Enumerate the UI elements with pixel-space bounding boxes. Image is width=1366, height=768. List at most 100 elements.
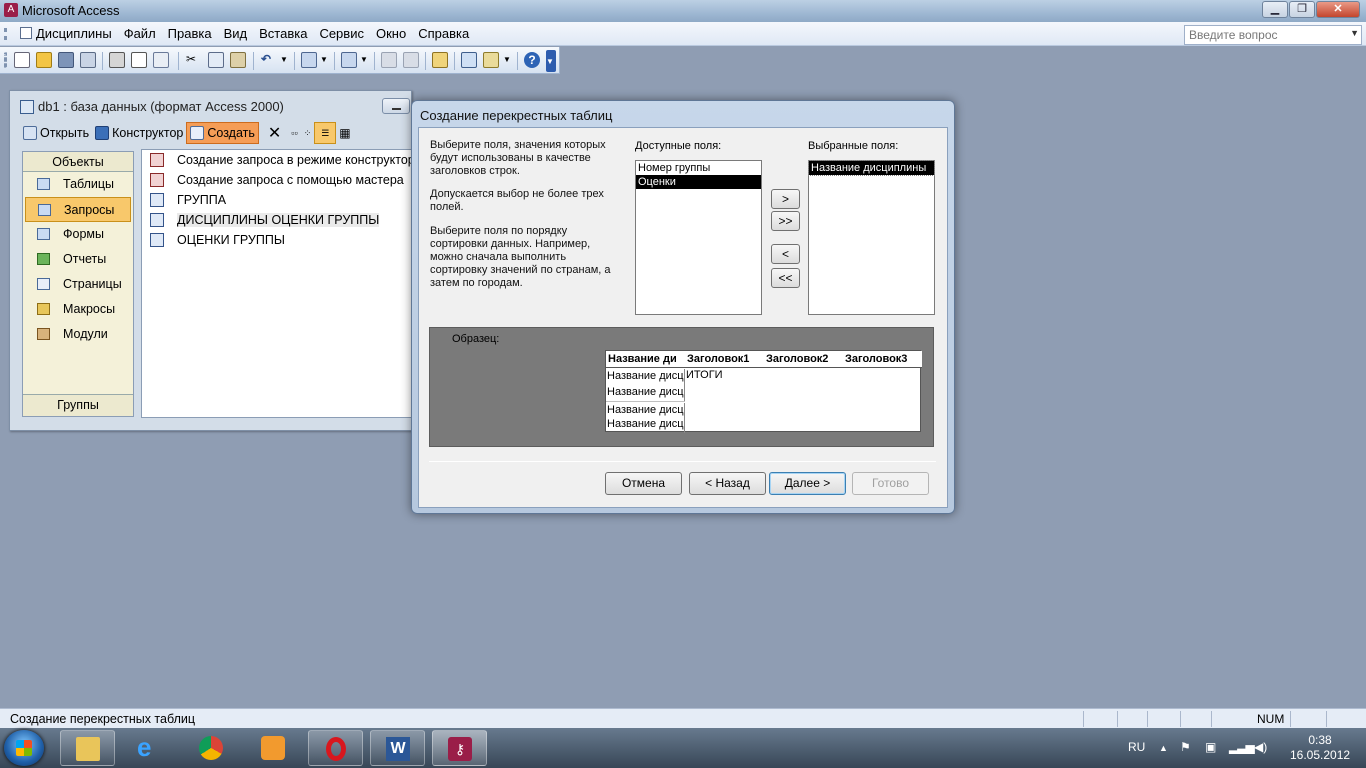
toolbar-options-icon[interactable]: ▼ xyxy=(546,50,556,72)
restore-icon[interactable]: ❐ xyxy=(1289,1,1315,18)
details-view-button[interactable]: ▦ xyxy=(336,122,353,144)
sample-preview: Образец: Название ди Заголовок1 Заголово… xyxy=(429,327,934,447)
list-item[interactable]: ОЦЕНКИ ГРУППЫ xyxy=(142,230,412,250)
sample-row-separator xyxy=(606,401,685,402)
minimize-icon[interactable]: ▁ xyxy=(1262,1,1288,18)
object-queries[interactable]: Запросы xyxy=(25,197,131,222)
menu-window[interactable]: Окно xyxy=(370,22,412,46)
media-taskbar-button[interactable] xyxy=(246,730,301,766)
office-links-icon[interactable] xyxy=(301,52,317,68)
design-button[interactable]: Конструктор xyxy=(92,122,186,144)
object-modules[interactable]: Модули xyxy=(23,322,133,347)
word-taskbar-button[interactable]: W xyxy=(370,730,425,766)
next-button[interactable]: Далее > xyxy=(769,472,846,495)
copy-icon[interactable] xyxy=(208,52,224,68)
properties-icon[interactable] xyxy=(432,52,448,68)
list-item[interactable]: ДИСЦИПЛИНЫ ОЦЕНКИ ГРУППЫ xyxy=(142,210,412,230)
details-icon: ▦ xyxy=(339,126,351,140)
menu-help[interactable]: Справка xyxy=(412,22,475,46)
explorer-taskbar-button[interactable] xyxy=(60,730,115,766)
list-item[interactable]: Номер группы xyxy=(636,161,761,175)
create-button[interactable]: Создать xyxy=(186,122,259,144)
small-icons-button[interactable]: ⁘ xyxy=(301,122,315,144)
object-forms[interactable]: Формы xyxy=(23,222,133,247)
open-button[interactable]: Открыть xyxy=(20,122,92,144)
delete-button[interactable]: ✕ xyxy=(265,122,284,144)
spelling-icon[interactable] xyxy=(153,52,169,68)
start-button[interactable] xyxy=(4,730,44,766)
relationships-icon[interactable] xyxy=(461,52,477,68)
move-all-left-button[interactable]: << xyxy=(771,268,800,288)
menu-disciplines[interactable]: Дисциплины xyxy=(14,22,118,46)
selected-fields-list[interactable]: Название дисциплины xyxy=(808,160,935,315)
large-icons-button[interactable]: ▫▫ xyxy=(288,122,300,144)
objects-pane: Объекты Таблицы Запросы Формы Отчеты Стр… xyxy=(22,151,134,417)
move-all-right-button[interactable]: >> xyxy=(771,211,800,231)
move-one-left-button[interactable]: < xyxy=(771,244,800,264)
sample-row: Название дисц xyxy=(606,369,685,385)
list-item[interactable]: Оценки xyxy=(636,175,761,189)
minimize-icon[interactable] xyxy=(382,98,410,114)
language-indicator[interactable]: RU xyxy=(1128,740,1145,754)
undo-icon[interactable]: ↶ xyxy=(261,52,277,68)
table-icon xyxy=(37,178,50,190)
sample-label: Образец: xyxy=(452,333,500,345)
paste-icon[interactable] xyxy=(230,52,246,68)
menu-tools[interactable]: Сервис xyxy=(313,22,370,46)
list-item[interactable]: Название дисциплины xyxy=(808,160,935,176)
clock[interactable]: 0:38 16.05.2012 xyxy=(1290,733,1350,763)
chevron-down-icon[interactable]: ▼ xyxy=(1350,28,1359,38)
list-item[interactable]: ГРУППА xyxy=(142,190,412,210)
access-taskbar-button[interactable]: ⚷ xyxy=(432,730,487,766)
dialog-title: Создание перекрестных таблиц xyxy=(420,108,613,123)
database-window: db1 : база данных (формат Access 2000) О… xyxy=(9,90,413,431)
file-search-icon[interactable] xyxy=(80,52,96,68)
tray-expand-icon[interactable]: ▲ xyxy=(1159,743,1168,753)
toolbar-separator xyxy=(334,52,335,70)
save-icon[interactable] xyxy=(58,52,74,68)
signal-icon[interactable]: ▂▃▅ xyxy=(1229,740,1255,754)
help-icon[interactable]: ? xyxy=(524,52,540,68)
analyze-icon[interactable] xyxy=(341,52,357,68)
print-icon[interactable] xyxy=(109,52,125,68)
menu-view[interactable]: Вид xyxy=(218,22,254,46)
back-button[interactable]: < Назад xyxy=(689,472,766,495)
object-pages[interactable]: Страницы xyxy=(23,272,133,297)
objects-header[interactable]: Объекты xyxy=(23,152,133,172)
print-preview-icon[interactable] xyxy=(131,52,147,68)
cut-icon[interactable]: ✂ xyxy=(186,52,202,68)
instruction-text: Выберите поля по порядку сортировки данн… xyxy=(430,225,611,289)
menu-file[interactable]: Файл xyxy=(118,22,162,46)
move-one-right-button[interactable]: > xyxy=(771,189,800,209)
status-cell xyxy=(1117,711,1147,727)
menu-grip xyxy=(4,28,7,40)
list-item[interactable]: Создание запроса с помощью мастера xyxy=(142,170,412,190)
taskbar: e W ⚷ RU ▲ ⚑ ▣ ▂▃▅ ◀) 0:38 16.05.2012 xyxy=(0,728,1366,768)
object-tables[interactable]: Таблицы xyxy=(23,172,133,197)
open-folder-icon[interactable] xyxy=(36,52,52,68)
ask-question-input[interactable]: Введите вопрос ▼ xyxy=(1184,25,1362,45)
object-macros[interactable]: Макросы xyxy=(23,297,133,322)
menu-insert[interactable]: Вставка xyxy=(253,22,313,46)
object-reports[interactable]: Отчеты xyxy=(23,247,133,272)
script-editor-icon xyxy=(403,52,419,68)
volume-icon[interactable]: ◀) xyxy=(1254,740,1267,754)
new-file-icon[interactable] xyxy=(14,52,30,68)
sample-total: ИТОГИ xyxy=(686,369,723,381)
network-icon[interactable]: ▣ xyxy=(1205,740,1216,754)
new-object-icon[interactable] xyxy=(483,52,499,68)
flag-icon[interactable]: ⚑ xyxy=(1180,740,1191,754)
ie-taskbar-button[interactable]: e xyxy=(122,730,177,766)
close-icon[interactable]: ✕ xyxy=(1316,1,1360,18)
cancel-button[interactable]: Отмена xyxy=(605,472,682,495)
groups-footer[interactable]: Группы xyxy=(23,394,133,416)
list-item[interactable]: Создание запроса в режиме конструктора xyxy=(142,150,412,170)
list-view-button[interactable]: ☰ xyxy=(314,122,337,144)
chrome-taskbar-button[interactable] xyxy=(184,730,239,766)
menu-edit[interactable]: Правка xyxy=(162,22,218,46)
standard-toolbar: ✂ ↶ ▼ ▼ ▼ ▼ ? ▼ xyxy=(0,47,560,74)
num-lock-indicator: NUM xyxy=(1257,712,1285,726)
dialog-body: Выберите поля, значения которых будут ис… xyxy=(418,127,948,508)
available-fields-list[interactable]: Номер группы Оценки xyxy=(635,160,762,315)
opera-taskbar-button[interactable] xyxy=(308,730,363,766)
